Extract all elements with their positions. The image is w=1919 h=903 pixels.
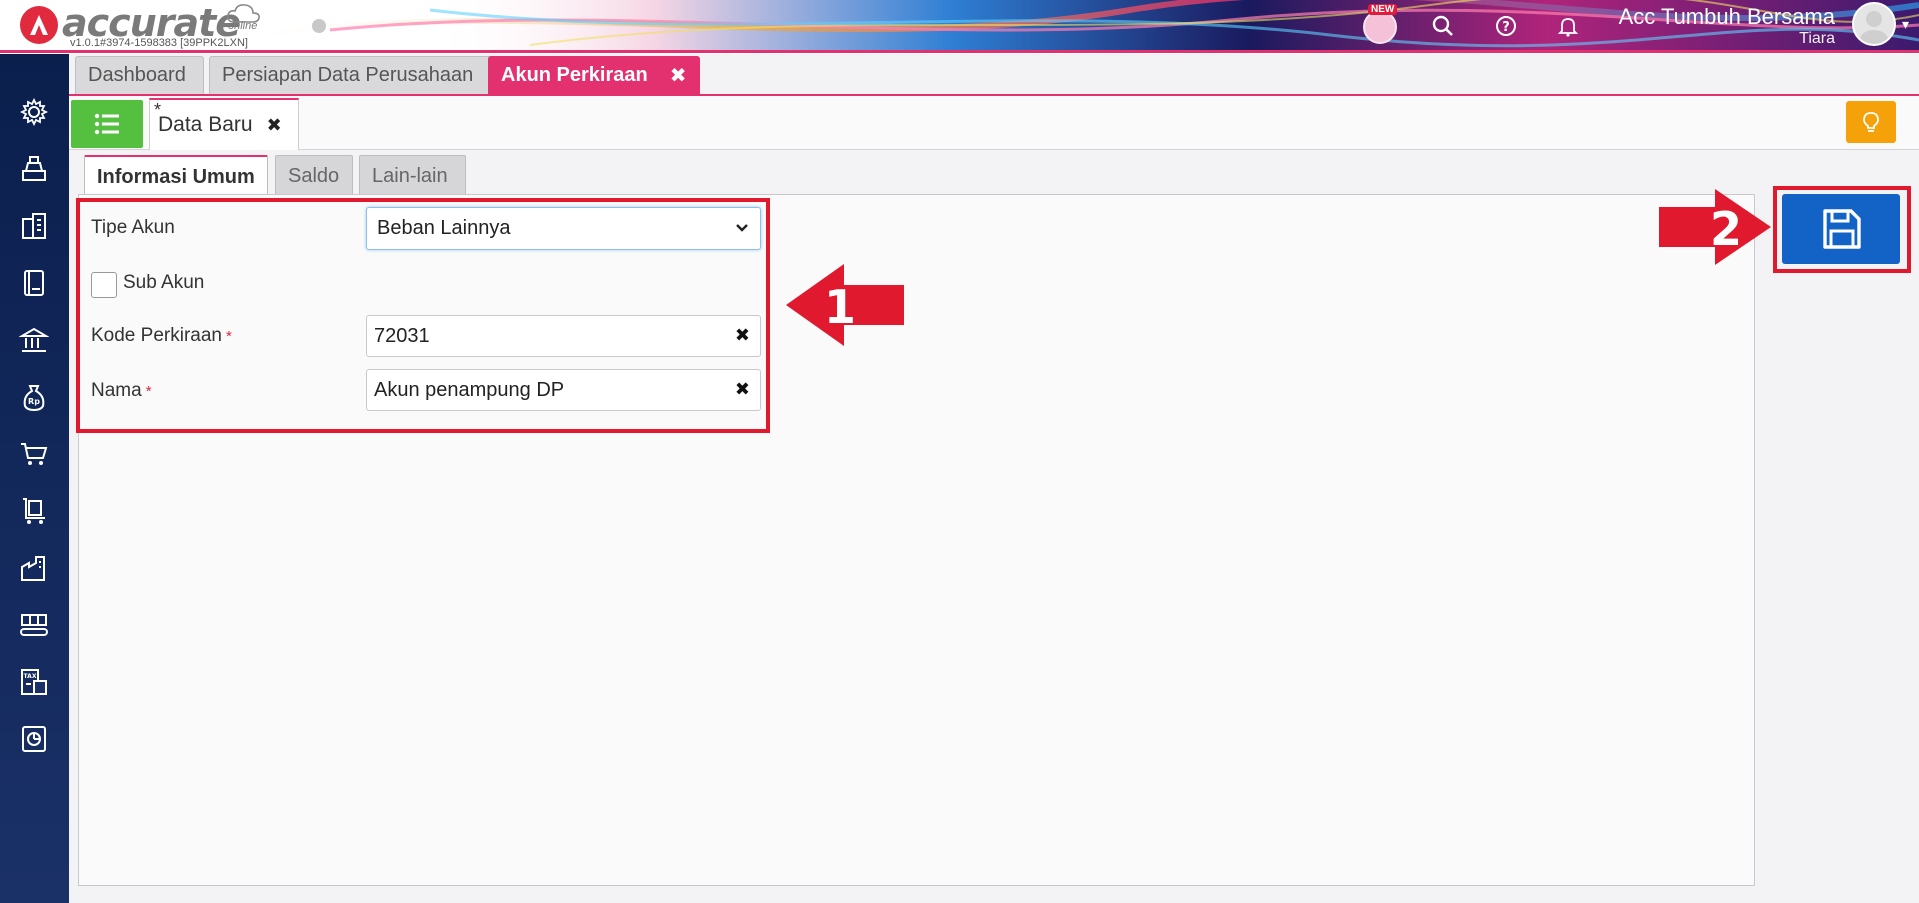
accurate-logo-icon bbox=[20, 6, 58, 44]
list-view-button[interactable] bbox=[71, 100, 143, 148]
report-chart-icon bbox=[22, 726, 46, 752]
cash-register-icon bbox=[22, 156, 46, 181]
tips-button[interactable] bbox=[1846, 101, 1896, 143]
sidebar-item-company[interactable] bbox=[16, 208, 52, 244]
modified-marker: * bbox=[154, 100, 162, 120]
logo-subtext: online bbox=[228, 20, 258, 32]
form-tab-label: Lain-lain bbox=[372, 164, 448, 187]
sidebar-item-reports[interactable] bbox=[16, 721, 52, 757]
document-toolbar: * Data Baru ✖ bbox=[69, 96, 1919, 150]
mascot-icon bbox=[1363, 10, 1397, 44]
close-icon[interactable]: ✖ bbox=[267, 115, 282, 136]
sidebar-item-inventory[interactable] bbox=[16, 550, 52, 586]
save-button[interactable] bbox=[1782, 194, 1900, 264]
svg-text:TAX: TAX bbox=[24, 673, 37, 680]
highlight-box-form bbox=[76, 198, 770, 433]
lightbulb-icon bbox=[1863, 112, 1879, 132]
tab-label: Dashboard bbox=[88, 64, 186, 86]
gear-icon bbox=[19, 97, 49, 127]
new-features-button[interactable]: NEW bbox=[1362, 4, 1398, 44]
main-tab-bar: Dashboard Persiapan Data Perusahaan Akun… bbox=[69, 54, 1919, 96]
building-icon bbox=[22, 213, 46, 239]
callout-number-1: 1 bbox=[824, 280, 857, 334]
book-icon bbox=[24, 270, 44, 296]
tab-informasi-umum[interactable]: Informasi Umum bbox=[84, 155, 268, 197]
tab-dashboard[interactable]: Dashboard bbox=[75, 56, 204, 94]
close-icon[interactable]: ✖ bbox=[670, 63, 687, 88]
company-info[interactable]: Acc Tumbuh Bersama Tiara bbox=[1619, 4, 1835, 48]
user-avatar-icon bbox=[1860, 11, 1888, 44]
status-dot bbox=[312, 19, 326, 33]
form-tab-label: Informasi Umum bbox=[97, 165, 255, 188]
cart-icon bbox=[21, 443, 48, 465]
tax-icon: TAX bbox=[21, 669, 47, 695]
help-button[interactable]: ? bbox=[1488, 8, 1524, 44]
sidebar-item-sales[interactable] bbox=[16, 436, 52, 472]
search-icon bbox=[1432, 15, 1453, 36]
app-header: accurate online v1.0.1#3974-1598383 [39P… bbox=[0, 0, 1919, 54]
conveyor-icon bbox=[20, 614, 48, 636]
sidebar-item-settings[interactable] bbox=[16, 94, 52, 130]
callout-number-2: 2 bbox=[1710, 202, 1743, 256]
sidebar-item-purchase[interactable] bbox=[16, 493, 52, 529]
user-name: Tiara bbox=[1799, 30, 1835, 47]
tab-akun-perkiraan[interactable]: Akun Perkiraan ✖ bbox=[488, 56, 700, 94]
header-accent-line bbox=[0, 50, 1919, 53]
factory-icon bbox=[21, 556, 45, 581]
sidebar-item-manufacturing[interactable] bbox=[16, 607, 52, 643]
bell-icon bbox=[1557, 18, 1579, 37]
svg-text:?: ? bbox=[1502, 20, 1510, 35]
company-name: Acc Tumbuh Bersama bbox=[1618, 4, 1835, 29]
tab-data-baru[interactable]: * Data Baru ✖ bbox=[149, 98, 299, 150]
sidebar-item-ledger[interactable] bbox=[16, 265, 52, 301]
avatar[interactable] bbox=[1852, 2, 1896, 46]
doc-tab-label: Data Baru bbox=[158, 113, 253, 136]
tab-saldo[interactable]: Saldo bbox=[275, 155, 353, 196]
tab-label: Akun Perkiraan bbox=[501, 64, 648, 86]
sidebar-item-payable[interactable]: Rp bbox=[16, 379, 52, 415]
sidebar: Rp TAX bbox=[0, 54, 69, 903]
search-button[interactable] bbox=[1425, 8, 1461, 44]
svg-text:Rp: Rp bbox=[28, 397, 40, 406]
notification-button[interactable] bbox=[1550, 8, 1586, 44]
sidebar-item-bank[interactable] bbox=[16, 322, 52, 358]
chevron-down-icon[interactable]: ▾ bbox=[1902, 16, 1909, 33]
form-tab-label: Saldo bbox=[288, 164, 340, 187]
help-icon: ? bbox=[1496, 16, 1516, 36]
sidebar-item-cash[interactable] bbox=[16, 151, 52, 187]
bank-icon bbox=[19, 327, 49, 352]
new-badge: NEW bbox=[1368, 4, 1398, 15]
floppy-disk-icon bbox=[1823, 209, 1861, 249]
tab-lain-lain[interactable]: Lain-lain bbox=[359, 155, 466, 196]
sidebar-item-tax[interactable]: TAX bbox=[16, 664, 52, 700]
trolley-icon bbox=[23, 498, 45, 524]
tab-label: Persiapan Data Perusahaan bbox=[222, 64, 474, 86]
version-text: v1.0.1#3974-1598383 [39PPK2LXN] bbox=[70, 37, 248, 49]
money-bag-icon: Rp bbox=[23, 385, 45, 412]
list-icon bbox=[94, 113, 119, 135]
